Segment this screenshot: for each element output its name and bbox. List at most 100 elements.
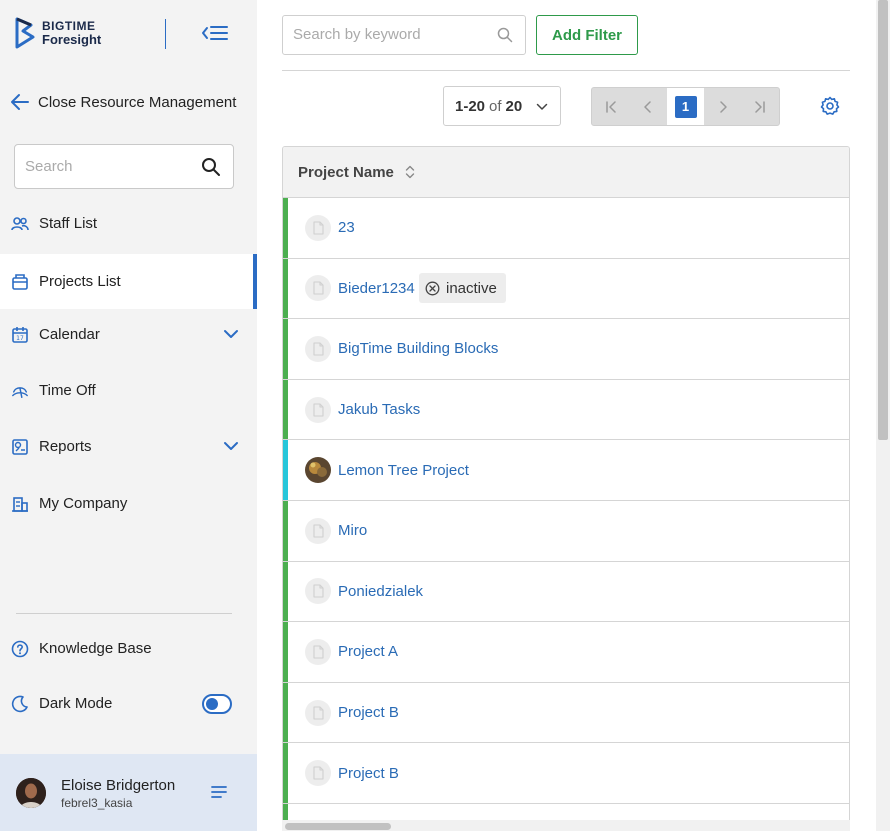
moon-icon	[11, 695, 29, 713]
status-indicator	[283, 500, 288, 561]
user-login: febrel3_kasia	[61, 796, 133, 810]
project-placeholder-icon	[305, 760, 331, 787]
page-range-select[interactable]: 1-20 of 20	[443, 86, 561, 126]
project-placeholder-icon	[305, 335, 331, 362]
project-name-link[interactable]: BigTime Building Blocks	[338, 340, 498, 357]
arrow-left-icon	[11, 94, 29, 110]
scrollbar-thumb[interactable]	[878, 0, 888, 440]
users-icon	[11, 215, 29, 233]
sidebar-item-staff-list[interactable]: Staff List	[0, 196, 257, 251]
keyword-search-input[interactable]	[293, 26, 493, 43]
table-row[interactable]: Jakub Tasks	[283, 379, 849, 441]
page-range-of: of	[489, 97, 502, 115]
status-indicator	[283, 561, 288, 622]
collapse-sidebar-button[interactable]	[200, 20, 230, 46]
document-icon	[313, 221, 324, 235]
sidebar-item-my-company[interactable]: My Company	[0, 476, 257, 531]
first-page-button[interactable]	[592, 88, 629, 125]
projects-icon	[11, 273, 29, 291]
sidebar-item-label: Time Off	[39, 382, 96, 399]
user-profile: Eloise Bridgerton febrel3_kasia	[0, 754, 257, 831]
close-resource-management-link[interactable]: Close Resource Management	[10, 92, 236, 112]
table-row[interactable]: 23	[283, 198, 849, 259]
toggle-knob	[206, 698, 218, 710]
dark-mode-toggle[interactable]	[202, 694, 232, 714]
page-range: 1-20	[455, 97, 486, 115]
project-name-link[interactable]: Poniedzialek	[338, 583, 423, 600]
table-row[interactable]: Miro	[283, 500, 849, 562]
gear-icon[interactable]	[820, 96, 840, 116]
project-name-link[interactable]: Bieder1234	[338, 280, 415, 297]
page-1-button[interactable]: 1	[666, 88, 705, 125]
table-body: 23 Bieder1234 inactive BigTime Building Blo…	[283, 198, 849, 831]
table-row[interactable]: Poniedzialek	[283, 561, 849, 623]
last-page-button[interactable]	[742, 88, 779, 125]
status-indicator	[283, 682, 288, 743]
next-page-button[interactable]	[704, 88, 741, 125]
chevron-down-icon[interactable]	[223, 438, 239, 454]
keyword-search	[282, 15, 526, 55]
add-filter-button[interactable]: Add Filter	[536, 15, 638, 55]
projects-table: Project Name 23 Bieder1234 inactive BigTime…	[282, 146, 850, 831]
status-indicator	[283, 319, 288, 379]
project-name-link[interactable]: Project B	[338, 704, 399, 721]
status-indicator	[283, 198, 288, 258]
previous-page-button[interactable]	[629, 88, 666, 125]
scrollbar-thumb[interactable]	[285, 823, 391, 830]
project-name-link[interactable]: Project A	[338, 643, 398, 660]
project-placeholder-icon	[305, 638, 331, 665]
vertical-scrollbar[interactable]	[876, 0, 890, 831]
sidebar-item-calendar[interactable]: 17 Calendar	[0, 307, 257, 362]
collapse-menu-icon	[202, 26, 228, 40]
project-placeholder-icon	[305, 578, 331, 605]
table-row[interactable]: Bieder1234 inactive	[283, 258, 849, 320]
sidebar-item-knowledge-base[interactable]: Knowledge Base	[0, 621, 257, 676]
bigtime-logo-icon	[15, 17, 35, 49]
dark-mode-label: Dark Mode	[39, 695, 113, 712]
document-icon	[313, 281, 324, 295]
table-row[interactable]: Project B	[283, 682, 849, 744]
brand-logo[interactable]: BIGTIME Foresight	[14, 17, 101, 49]
svg-text:17: 17	[16, 335, 24, 342]
help-icon	[11, 640, 29, 658]
user-menu-icon[interactable]	[210, 785, 228, 799]
horizontal-scrollbar[interactable]	[282, 820, 850, 831]
project-image	[305, 457, 331, 484]
sidebar-item-projects-list[interactable]: Projects List	[0, 254, 257, 309]
project-placeholder-icon	[305, 396, 331, 423]
sidebar-item-reports[interactable]: Reports	[0, 419, 257, 474]
sidebar-search-input[interactable]	[15, 158, 195, 175]
project-name-link[interactable]: Project B	[338, 765, 399, 782]
document-icon	[313, 403, 324, 417]
document-icon	[313, 524, 324, 538]
project-name-link[interactable]: 23	[338, 219, 355, 236]
table-row[interactable]: Lemon Tree Project	[283, 440, 849, 501]
document-icon	[313, 584, 324, 598]
table-header: Project Name	[283, 147, 849, 198]
project-name-link[interactable]: Jakub Tasks	[338, 401, 420, 418]
sidebar-search	[14, 144, 234, 189]
sidebar-item-time-off[interactable]: Time Off	[0, 363, 257, 418]
sidebar: BIGTIME Foresight Close Resource Managem…	[0, 0, 257, 831]
project-name-link[interactable]: Lemon Tree Project	[338, 462, 469, 479]
table-row[interactable]: BigTime Building Blocks	[283, 319, 849, 380]
table-row[interactable]: Project B	[283, 743, 849, 804]
user-name: Eloise Bridgerton	[61, 777, 176, 794]
sidebar-item-label: My Company	[39, 495, 128, 512]
toolbar-divider	[282, 70, 850, 71]
search-icon[interactable]	[497, 27, 513, 43]
status-indicator	[283, 258, 288, 319]
sort-icon[interactable]	[405, 164, 415, 180]
chevron-down-icon	[536, 103, 548, 110]
search-icon[interactable]	[201, 157, 221, 177]
chevron-left-icon	[644, 100, 651, 113]
column-header-project-name[interactable]: Project Name	[298, 164, 394, 181]
status-indicator	[283, 622, 288, 682]
avatar[interactable]	[16, 778, 46, 808]
document-icon	[313, 766, 324, 780]
table-row[interactable]: Project A	[283, 622, 849, 683]
chevron-down-icon[interactable]	[223, 326, 239, 342]
reports-icon	[11, 438, 29, 456]
project-name-link[interactable]: Miro	[338, 522, 367, 539]
company-icon	[11, 495, 29, 513]
